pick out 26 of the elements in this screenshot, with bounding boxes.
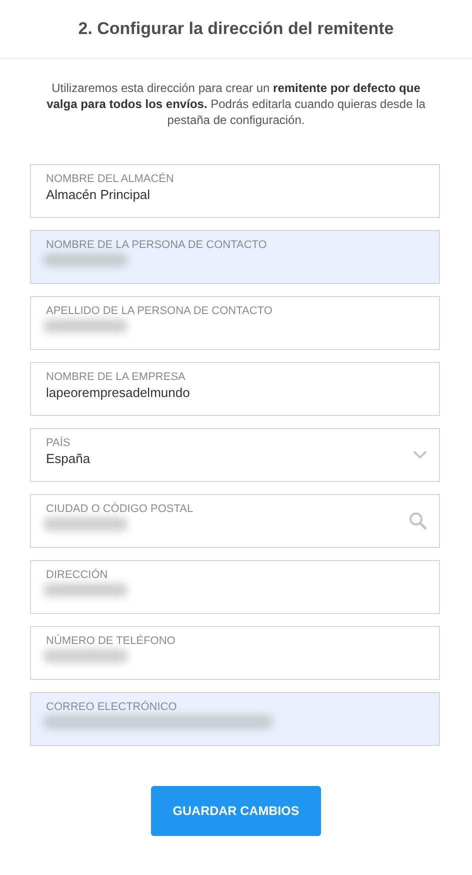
field-label: NOMBRE DE LA PERSONA DE CONTACTO: [46, 239, 267, 251]
input-field[interactable]: NOMBRE DE LA PERSONA DE CONTACTO: [30, 230, 440, 284]
field-label: NOMBRE DE LA EMPRESA: [46, 371, 186, 383]
field-label: PAÍS: [46, 437, 70, 449]
field-value: Almacén Principal: [46, 187, 150, 202]
chevron-down-icon[interactable]: [413, 450, 427, 460]
field-label: CIUDAD O CÓDIGO POSTAL: [46, 503, 194, 515]
field-value: lapeorempresadelmundo: [46, 385, 190, 400]
input-field[interactable]: NÚMERO DE TELÉFONO: [30, 626, 440, 680]
input-field[interactable]: DIRECCIÓN: [30, 560, 440, 614]
input-field[interactable]: CORREO ELECTRÓNICO: [30, 692, 440, 746]
intro-text: Utilizaremos esta dirección para crear un remitente por defecto que valga para todos los envíos. Podrás editarla cuando quieras desde la pestaña de configuración.: [46, 80, 426, 128]
field-label: CORREO ELECTRÓNICO: [46, 701, 177, 713]
country-select[interactable]: PAÍS España: [30, 428, 440, 482]
input-field[interactable]: NOMBRE DEL ALMACÉN Almacén Principal: [30, 164, 440, 218]
input-field[interactable]: APELLIDO DE LA PERSONA DE CONTACTO: [30, 296, 440, 350]
search-icon[interactable]: [409, 512, 427, 530]
input-field[interactable]: NOMBRE DE LA EMPRESA lapeorempresadelmundo: [30, 362, 440, 416]
field-value: España: [46, 451, 90, 466]
input-field[interactable]: CIUDAD O CÓDIGO POSTAL: [30, 494, 440, 548]
save-button[interactable]: GUARDAR CAMBIOS: [151, 786, 321, 836]
page-title: 2. Configurar la dirección del remitente: [78, 19, 394, 39]
field-label: NOMBRE DEL ALMACÉN: [46, 173, 174, 185]
field-label: DIRECCIÓN: [46, 569, 108, 581]
field-label: NÚMERO DE TELÉFONO: [46, 635, 176, 647]
field-label: APELLIDO DE LA PERSONA DE CONTACTO: [46, 305, 272, 317]
